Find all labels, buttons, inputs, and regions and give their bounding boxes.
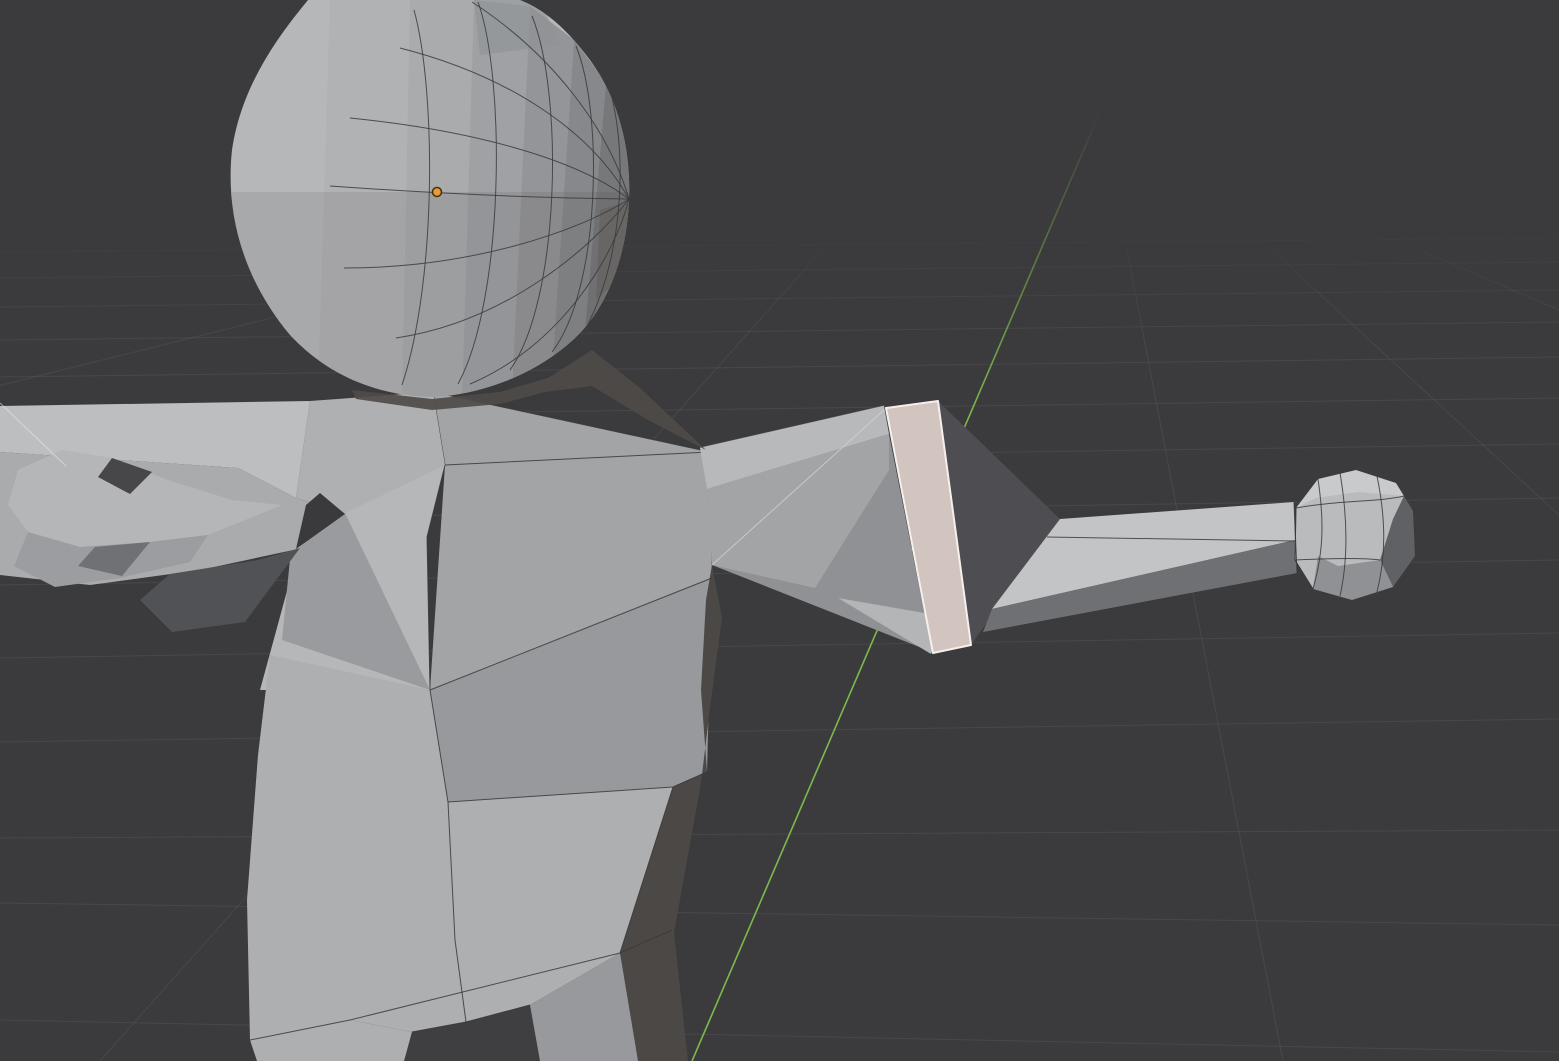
active-vertex[interactable] — [433, 188, 442, 197]
mesh-hand-right[interactable] — [1294, 470, 1415, 600]
viewport-canvas[interactable] — [0, 0, 1559, 1061]
viewport-3d[interactable] — [0, 0, 1559, 1061]
